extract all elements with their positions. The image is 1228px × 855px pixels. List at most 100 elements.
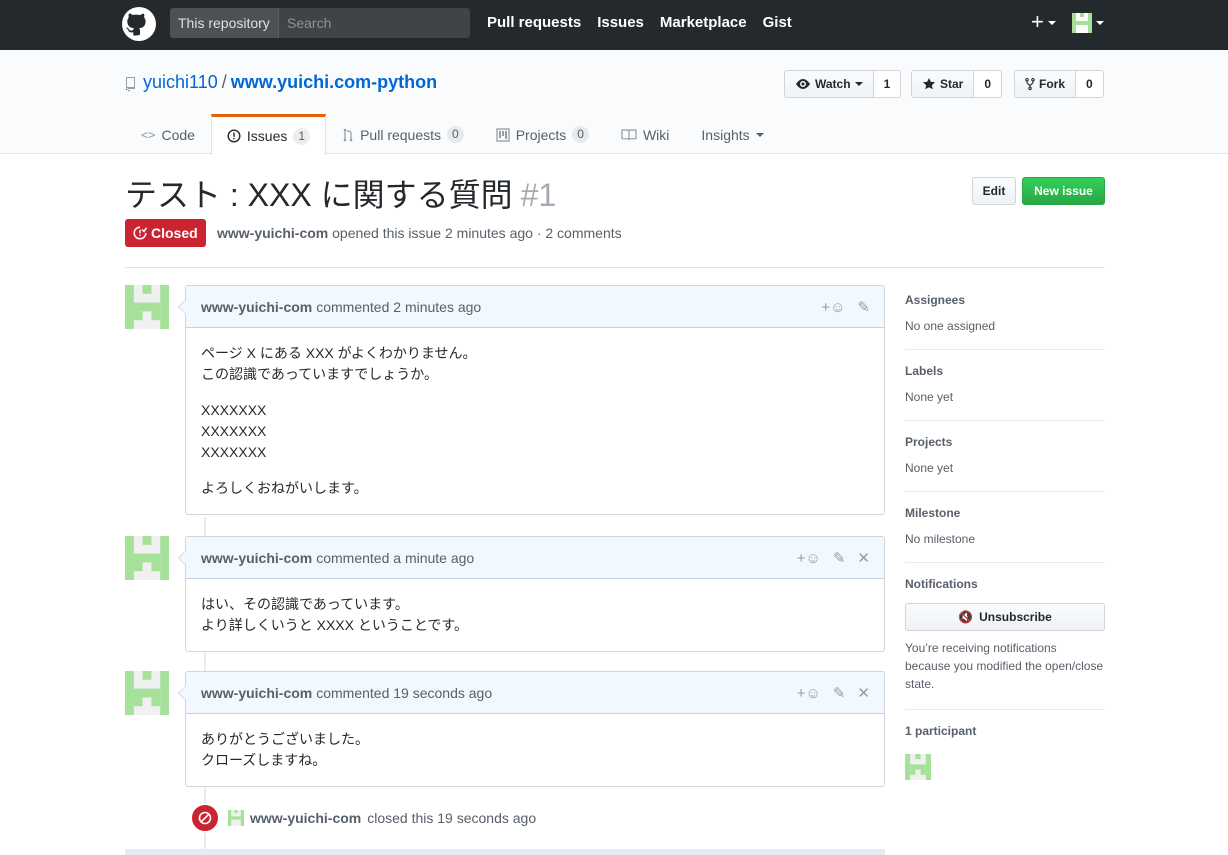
sidebar-value: None yet: [905, 461, 954, 475]
tab-insights[interactable]: Insights: [685, 114, 779, 154]
comment-body: ありがとうございました。 クローズしますね。: [186, 714, 884, 786]
tab-projects-label: Projects: [515, 126, 567, 143]
fork-button[interactable]: Fork: [1014, 70, 1077, 98]
star-count[interactable]: 0: [974, 70, 1003, 98]
sidebar-heading[interactable]: Assignees: [905, 293, 1105, 307]
sidebar-projects[interactable]: Projects None yet: [905, 435, 1105, 492]
pencil-icon[interactable]: ✎: [833, 549, 846, 567]
tab-wiki-label: Wiki: [642, 126, 670, 143]
tab-projects[interactable]: Projects 0: [480, 114, 605, 154]
comment-line: より詳しくいうと XXXX ということです。: [201, 617, 469, 633]
fork-icon: [1025, 77, 1035, 91]
tab-insights-label: Insights: [701, 126, 750, 143]
comment-line: XXXXXXX: [201, 444, 267, 460]
repo-header: yuichi110/www.yuichi.com-python Watch 1 …: [0, 50, 1228, 155]
search-box[interactable]: This repository Search: [170, 8, 470, 38]
close-icon[interactable]: ✕: [857, 549, 870, 567]
issue-number: #1: [520, 177, 557, 213]
unsubscribe-label: Unsubscribe: [979, 610, 1052, 624]
create-new-icon[interactable]: +: [1031, 11, 1044, 33]
comment: www-yuichi-com commented 19 seconds ago …: [178, 671, 885, 787]
issue-title: テスト : XXX に関する質問 #1: [125, 170, 556, 216]
mute-icon: 🔇: [958, 610, 974, 624]
comment-line: はい、その認識であっています。: [201, 596, 409, 612]
sidebar-value: No milestone: [905, 532, 976, 546]
closed-event-text: www-yuichi-com closed this 19 seconds ag…: [228, 810, 536, 826]
sidebar-heading[interactable]: Projects: [905, 435, 1105, 449]
code-icon: <>: [141, 127, 156, 142]
repo-tabs: <> Code Issues 1 Pull requests 0 Project…: [125, 114, 780, 155]
tab-wiki[interactable]: Wiki: [605, 114, 685, 154]
sidebar-heading[interactable]: Labels: [905, 364, 1105, 378]
tab-pull-requests[interactable]: Pull requests 0: [326, 114, 480, 154]
issue-meta: www-yuichi-com opened this issue 2 minut…: [217, 225, 622, 241]
issue-meta-text: opened this issue 2 minutes ago · 2 comm…: [332, 225, 622, 241]
comment-time[interactable]: commented a minute ago: [316, 550, 474, 566]
comment-actions: +☺ ✎: [821, 298, 870, 317]
issue-title-text: テスト : XXX に関する質問: [125, 177, 513, 213]
close-icon[interactable]: ✕: [857, 684, 870, 702]
sidebar-heading[interactable]: Milestone: [905, 506, 1105, 520]
add-reaction-icon[interactable]: +☺: [797, 550, 821, 567]
add-reaction-icon[interactable]: +☺: [821, 299, 845, 316]
nav-marketplace[interactable]: Marketplace: [660, 14, 747, 31]
tab-issues[interactable]: Issues 1: [210, 114, 327, 155]
repo-icon: [126, 77, 135, 92]
issue-sidebar: Assignees No one assigned Labels None ye…: [905, 285, 1105, 813]
sidebar-notifications: Notifications 🔇 Unsubscribe You’re recei…: [905, 577, 1105, 710]
unsubscribe-button[interactable]: 🔇 Unsubscribe: [905, 603, 1105, 631]
add-reaction-icon[interactable]: +☺: [797, 685, 821, 702]
nav-issues[interactable]: Issues: [597, 14, 644, 31]
comment-author-link[interactable]: www-yuichi-com: [201, 299, 312, 315]
nav-gist[interactable]: Gist: [763, 14, 792, 31]
star-group: Star 0: [911, 70, 1003, 98]
pencil-icon[interactable]: ✎: [833, 684, 846, 702]
comment-body: ページ X にある XXX がよくわかりません。 この認識であっていますでしょうか…: [186, 328, 884, 514]
chevron-down-icon[interactable]: [1096, 21, 1104, 25]
comment-actions: +☺ ✎ ✕: [797, 684, 870, 703]
chevron-down-icon: [755, 132, 764, 137]
fork-count[interactable]: 0: [1076, 70, 1104, 98]
avatar[interactable]: [125, 285, 169, 329]
divider: [125, 267, 1105, 268]
sidebar-labels[interactable]: Labels None yet: [905, 364, 1105, 421]
avatar[interactable]: [125, 536, 169, 580]
comment-time[interactable]: commented 2 minutes ago: [316, 299, 481, 315]
comment-line: XXXXXXX: [201, 402, 267, 418]
avatar[interactable]: [228, 810, 244, 826]
issue-author-link[interactable]: www-yuichi-com: [217, 225, 328, 241]
repo-name-link[interactable]: www.yuichi.com-python: [231, 72, 437, 92]
nav-pull-requests[interactable]: Pull requests: [487, 14, 581, 31]
avatar[interactable]: [905, 754, 931, 780]
github-logo-icon[interactable]: [122, 7, 156, 41]
edit-button[interactable]: Edit: [972, 177, 1016, 205]
comment: www-yuichi-com commented 2 minutes ago +…: [178, 285, 885, 515]
closed-event-description: closed this 19 seconds ago: [367, 810, 537, 826]
watch-count[interactable]: 1: [873, 70, 902, 98]
chevron-down-icon[interactable]: [1048, 21, 1056, 25]
sidebar-milestone[interactable]: Milestone No milestone: [905, 506, 1105, 563]
comment-author-link[interactable]: www-yuichi-com: [201, 685, 312, 701]
sidebar-assignees[interactable]: Assignees No one assigned: [905, 293, 1105, 350]
watch-button[interactable]: Watch: [784, 70, 874, 98]
user-avatar[interactable]: [1072, 13, 1092, 33]
closed-event-actor-link[interactable]: www-yuichi-com: [250, 810, 361, 826]
comment-time[interactable]: commented 19 seconds ago: [316, 685, 492, 701]
comment: www-yuichi-com commented a minute ago +☺…: [178, 536, 885, 652]
repo-owner-link[interactable]: yuichi110: [143, 72, 218, 92]
search-input[interactable]: Search: [287, 8, 331, 38]
comment-paragraph: ページ X にある XXX がよくわかりません。 この認識であっていますでしょうか…: [201, 343, 869, 385]
comment-line: ページ X にある XXX がよくわかりません。: [201, 345, 477, 361]
comment-author-link[interactable]: www-yuichi-com: [201, 550, 312, 566]
star-button[interactable]: Star: [911, 70, 975, 98]
comment-header: www-yuichi-com commented 19 seconds ago …: [186, 672, 884, 714]
comment-actions: +☺ ✎ ✕: [797, 549, 870, 568]
tab-code[interactable]: <> Code: [125, 114, 211, 154]
chevron-down-icon: [854, 82, 863, 86]
new-issue-button[interactable]: New issue: [1022, 177, 1105, 205]
fork-label: Fork: [1039, 77, 1066, 91]
pencil-icon[interactable]: ✎: [857, 298, 870, 316]
avatar[interactable]: [125, 671, 169, 715]
star-icon: [923, 78, 935, 90]
closed-event-badge: [190, 803, 220, 833]
